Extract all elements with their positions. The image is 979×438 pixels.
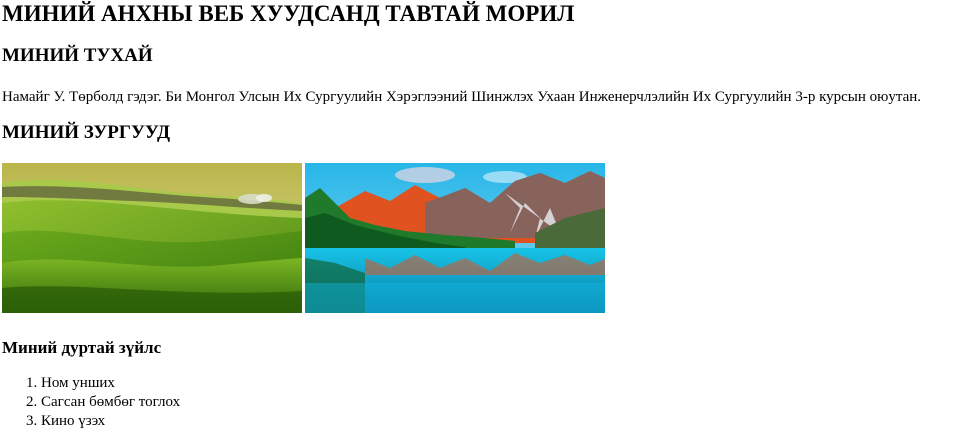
mountain-lake-photo [305,163,605,313]
likes-heading: Миний дуртай зүйлс [2,338,162,357]
likes-list: Ном унших Сагсан бөмбөг тоглох Кино үзэх [0,374,180,431]
about-paragraph: Намайг У. Төрболд гэдэг. Би Монгол Улсын… [2,89,922,105]
list-item: Сагсан бөмбөг тоглох [41,393,180,412]
page: МИНИЙ АНХНЫ ВЕБ ХУУДСАНД ТАВТАЙ МОРИЛ МИ… [0,0,979,438]
photos-heading: МИНИЙ ЗУРГУУД [2,122,171,143]
page-title: МИНИЙ АНХНЫ ВЕБ ХУУДСАНД ТАВТАЙ МОРИЛ [2,1,575,26]
about-heading: МИНИЙ ТУХАЙ [2,45,153,66]
list-item: Кино үзэх [41,412,180,431]
photo-gallery [2,163,606,313]
list-item: Ном унших [41,374,180,393]
green-hills-photo [2,163,302,313]
